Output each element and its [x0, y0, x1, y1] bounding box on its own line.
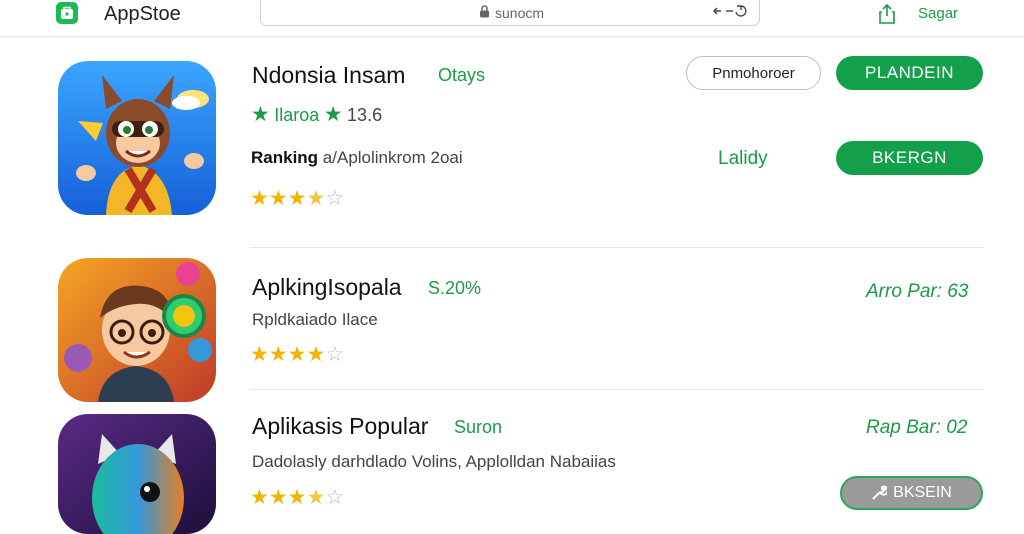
- star-full-icon: ★: [268, 343, 288, 366]
- app-title-2[interactable]: AplkingIsopala: [252, 274, 402, 301]
- green-star-icon: ★: [323, 103, 343, 126]
- price-label-3: Rap Bar: 02: [866, 417, 968, 438]
- star-empty-icon: ☆: [325, 187, 345, 210]
- rating-label-1: Ilaroa: [274, 105, 320, 125]
- wrench-icon: [872, 485, 888, 500]
- app-icon-1[interactable]: [58, 61, 216, 215]
- store-logo-icon[interactable]: [56, 2, 78, 24]
- app-tag-2: S.20%: [428, 278, 482, 298]
- primary-button-1[interactable]: PLANDEIN: [836, 56, 983, 90]
- rating-line-1: ★ Ilaroa ★ 13.6: [251, 102, 382, 127]
- address-bar[interactable]: sunocm: [260, 0, 760, 26]
- app-subtitle-2: Rpldkaiado Ilace: [252, 310, 378, 329]
- status-label-1: Lalidy: [718, 148, 768, 169]
- rating-count-1: 13.6: [347, 105, 383, 125]
- star-full-icon: ★: [287, 187, 307, 210]
- star-rating-3: ★★★★☆: [250, 485, 344, 510]
- star-full-icon: ★: [250, 343, 269, 366]
- star-empty-icon: ☆: [325, 486, 345, 509]
- star-full-icon: ★: [268, 486, 288, 509]
- install-button-label: BKSEIN: [893, 484, 952, 501]
- brand-name: AppStoe: [104, 3, 181, 25]
- ranking-label: Ranking: [251, 148, 319, 167]
- star-full-icon: ★: [306, 343, 326, 366]
- app-title-3[interactable]: Aplikasis Popular: [252, 413, 428, 440]
- green-star-icon: ★: [251, 103, 270, 126]
- app-icon-3[interactable]: [58, 414, 216, 534]
- star-rating-1: ★★★★☆: [250, 186, 344, 211]
- lock-icon: [480, 5, 489, 18]
- star-half-icon: ★: [306, 187, 326, 210]
- secondary-button-1[interactable]: Pnmohoroer: [686, 56, 821, 90]
- refresh-icon[interactable]: [713, 4, 751, 18]
- app-subtitle-3: Dadolasly darhdlado Volins, Applolldan N…: [252, 452, 616, 471]
- action-button-1[interactable]: BKERGN: [836, 141, 983, 175]
- divider: [250, 247, 984, 248]
- star-full-icon: ★: [268, 187, 288, 210]
- star-full-icon: ★: [287, 343, 307, 366]
- price-label-2: Arro Par: 63: [866, 281, 969, 302]
- star-half-icon: ★: [306, 486, 326, 509]
- app-tag-3: Suron: [454, 417, 503, 437]
- ranking-text: a/Aplolinkrom 2oai: [322, 148, 463, 167]
- star-empty-icon: ☆: [325, 343, 345, 366]
- app-tag-1: Otays: [438, 65, 486, 85]
- top-bar: AppStoe sunocm Sagar: [0, 0, 1024, 37]
- star-full-icon: ★: [287, 486, 307, 509]
- app-title-1[interactable]: Ndonsia Insam: [252, 62, 405, 89]
- app-icon-2[interactable]: [58, 258, 216, 402]
- share-icon[interactable]: [878, 3, 896, 25]
- star-full-icon: ★: [250, 486, 269, 509]
- share-label[interactable]: Sagar: [918, 5, 958, 22]
- star-full-icon: ★: [250, 187, 269, 210]
- divider: [250, 389, 984, 390]
- star-rating-2: ★★★★☆: [250, 342, 344, 367]
- ranking-line-1: Ranking a/Aplolinkrom 2oai: [251, 148, 463, 168]
- install-button-3[interactable]: BKSEIN: [840, 476, 983, 510]
- url-text: sunocm: [495, 5, 545, 21]
